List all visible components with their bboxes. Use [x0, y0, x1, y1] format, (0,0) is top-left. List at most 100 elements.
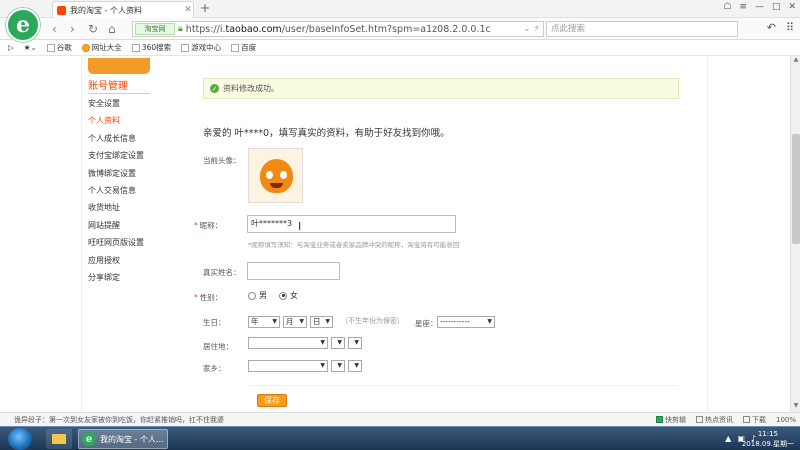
navigation-bar: ‹ › ↻ ⌂ 淘宝网 🔒︎ https://i.taobao.com/user…	[0, 18, 800, 40]
birth-day-select[interactable]: 日 ▼	[310, 316, 333, 328]
bookmark-games[interactable]: 游戏中心	[181, 42, 221, 53]
scroll-thumb[interactable]	[792, 134, 800, 244]
system-clock[interactable]: 11:15 2018.09.星期一	[742, 429, 794, 449]
sidebar-item-wangwang[interactable]: 旺旺网页版设置	[88, 237, 144, 254]
home-icon[interactable]: ⌂	[108, 22, 116, 36]
nickname-input[interactable]: 叶*******3	[247, 215, 456, 233]
sidebar-item-profile[interactable]: 个人资料	[88, 115, 144, 132]
sidebar-item-alipay[interactable]: 支付宝绑定设置	[88, 150, 144, 167]
hometown-label: 家乡：	[203, 364, 226, 373]
bookmark-360[interactable]: 360搜索	[131, 42, 171, 53]
new-tab-button[interactable]: +	[200, 1, 210, 15]
nickname-hint: *昵称填写须知：与淘宝业务或者卖家品牌冲突的昵称，淘宝将有可能收回	[248, 241, 460, 249]
site-icon	[81, 43, 90, 52]
taobao-favicon-icon	[57, 5, 66, 15]
tab-close-icon[interactable]: ✕	[183, 5, 193, 15]
sidebar-item-weibo[interactable]: 微博绑定设置	[88, 168, 144, 185]
window-controls: ☖ ≡ — □ ✕	[723, 2, 796, 12]
favorites-star-icon[interactable]: ★⌄	[24, 43, 37, 52]
save-button[interactable]: 保存	[257, 394, 287, 407]
back-icon[interactable]: ‹	[52, 22, 57, 36]
sidebar-item-security[interactable]: 安全设置	[88, 98, 144, 115]
forward-icon[interactable]: ›	[70, 22, 75, 36]
bookmark-hao[interactable]: 网址大全	[81, 42, 122, 53]
residence-province-select[interactable]: ▼	[248, 337, 328, 349]
hot-news-button[interactable]: 热点资讯	[695, 415, 733, 425]
residence-label: 居住地：	[203, 342, 233, 351]
realname-input[interactable]	[247, 262, 340, 280]
dropdown-icon[interactable]: ⌄	[523, 24, 531, 34]
menu-icon[interactable]: ≡	[739, 2, 747, 12]
sidebar-item-trade[interactable]: 个人交易信息	[88, 185, 144, 202]
download-button[interactable]: 下载	[742, 415, 766, 425]
minimize-button[interactable]: —	[755, 2, 764, 12]
folder-icon	[52, 434, 66, 444]
page-icon	[231, 43, 240, 52]
nickname-label: * 昵称：	[194, 221, 223, 230]
skin-icon[interactable]: ☖	[723, 2, 731, 12]
birthday-label: 生日：	[203, 318, 226, 327]
bookmarks-bar: ▷ ★⌄ 谷歌 网址大全 360搜索 游戏中心 百度	[0, 40, 800, 56]
success-banner: ✓ 资料修改成功。	[203, 78, 679, 99]
page-icon	[46, 43, 55, 52]
quick-clip-button[interactable]: 快剪辑	[655, 415, 686, 425]
url-text[interactable]: https://i.taobao.com/user/baseInfoSet.ht…	[186, 24, 523, 35]
gender-male-radio[interactable]	[248, 291, 256, 300]
sidebar-item-growth[interactable]: 个人成长信息	[88, 133, 144, 150]
zodiac-label: 星座：	[415, 319, 438, 328]
search-input[interactable]: 点此搜索	[546, 21, 738, 37]
scroll-down-icon[interactable]: ▼	[791, 402, 800, 412]
status-bar: 诡异段子：第一次到女友家被你到吃饭，你赶紧推销吗，扛不住我婆 快剪辑 热点资讯 …	[0, 412, 800, 426]
sidebar-item-reminder[interactable]: 网站提醒	[88, 220, 144, 237]
text-cursor-icon: I	[298, 220, 302, 233]
zoom-level[interactable]: 100%	[776, 415, 796, 425]
taskbar-browser-app[interactable]: e 我的淘宝 - 个人...	[78, 429, 168, 449]
realname-label: 真实姓名：	[203, 268, 241, 277]
residence-city-select[interactable]: ▼	[331, 337, 345, 349]
refresh-icon[interactable]: ↻	[88, 22, 98, 36]
close-button[interactable]: ✕	[788, 2, 796, 12]
browser-icon: e	[82, 432, 96, 446]
page-scrollbar[interactable]: ▲ ▼	[790, 56, 800, 412]
gender-female-radio[interactable]	[279, 291, 287, 300]
start-button[interactable]	[8, 428, 32, 450]
sidebar-item-apps[interactable]: 应用授权	[88, 255, 144, 272]
file-explorer-button[interactable]	[46, 429, 72, 449]
avatar-label: 当前头像：	[203, 156, 241, 165]
scroll-up-icon[interactable]: ▲	[791, 56, 800, 66]
birth-month-select[interactable]: 月 ▼	[283, 316, 307, 328]
sidebar-title: 账号管理	[88, 81, 128, 92]
undo-icon[interactable]: ↶	[767, 21, 776, 34]
gender-options: 男 女	[248, 290, 298, 301]
lock-icon: 🔒︎	[178, 24, 183, 34]
sidebar-item-share[interactable]: 分享绑定	[88, 272, 144, 289]
browser-tab[interactable]: 我的淘宝 - 个人资料 ✕	[52, 1, 194, 18]
tab-title: 我的淘宝 - 个人资料	[70, 5, 142, 15]
bookmark-google[interactable]: 谷歌	[46, 42, 72, 53]
page-icon	[131, 43, 140, 52]
lightning-icon[interactable]: ⚡︎	[534, 24, 540, 34]
hometown-district-select[interactable]: ▼	[348, 360, 362, 372]
apps-grid-icon[interactable]: ⠿	[786, 21, 794, 34]
browser-logo-icon: e	[6, 8, 40, 42]
residence-district-select[interactable]: ▼	[348, 337, 362, 349]
sidebar-item-address[interactable]: 收货地址	[88, 202, 144, 219]
check-icon: ✓	[210, 84, 219, 93]
sidebar-menu: 安全设置 个人资料 个人成长信息 支付宝绑定设置 微博绑定设置 个人交易信息 收…	[88, 98, 144, 289]
title-bar: 我的淘宝 - 个人资料 ✕ + ☖ ≡ — □ ✕	[0, 0, 800, 18]
hometown-city-select[interactable]: ▼	[331, 360, 345, 372]
bookmark-toggle-icon[interactable]: ▷	[8, 43, 14, 52]
maximize-button[interactable]: □	[772, 2, 781, 12]
download-icon	[742, 416, 750, 423]
tray-expand-icon[interactable]: ▲	[725, 434, 731, 443]
birth-year-select[interactable]: 年 ▼	[248, 316, 280, 328]
status-news-ticker[interactable]: 诡异段子：第一次到女友家被你到吃饭，你赶紧推销吗，扛不住我婆	[0, 415, 656, 425]
bookmark-baidu[interactable]: 百度	[231, 42, 256, 53]
hometown-province-select[interactable]: ▼	[248, 360, 328, 372]
avatar-image[interactable]	[248, 148, 303, 203]
birthday-hint: （不生年份为保密）	[341, 317, 404, 325]
address-bar[interactable]: 淘宝网 🔒︎ https://i.taobao.com/user/baseInf…	[132, 21, 544, 37]
zodiac-select[interactable]: ----------- ▼	[437, 316, 495, 328]
gender-female-label: 女	[290, 291, 298, 300]
video-icon	[655, 416, 663, 423]
